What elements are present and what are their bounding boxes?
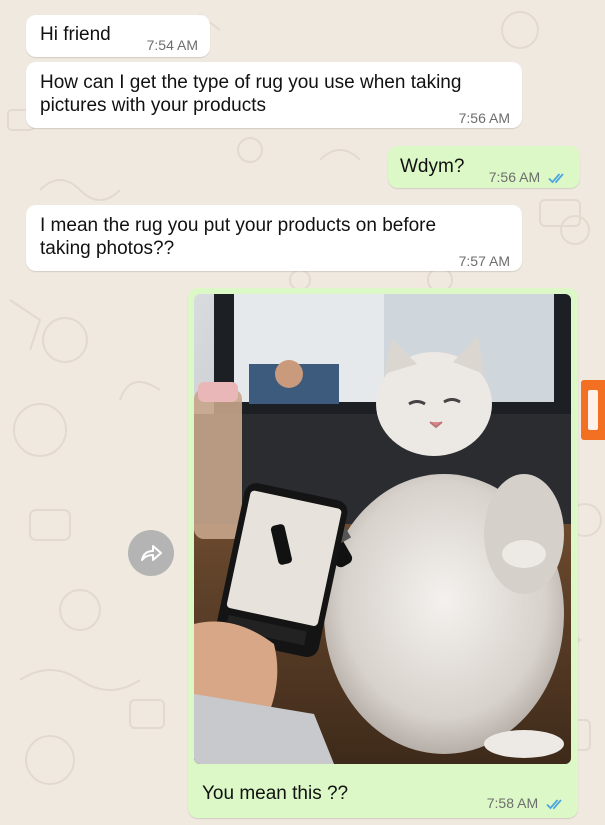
message-time: 7:54 AM	[146, 37, 198, 53]
message-bubble-incoming[interactable]: How can I get the type of rug you use wh…	[26, 62, 522, 128]
message-time: 7:56 AM	[458, 110, 510, 126]
message-time: 7:58 AM	[486, 795, 539, 811]
message-bubble-outgoing[interactable]: Wdym? 7:56 AM	[388, 146, 580, 188]
message-bubble-outgoing-photo[interactable]: You mean this ?? 7:58 AM	[188, 288, 578, 818]
forward-arrow-icon	[141, 545, 162, 561]
message-text: Wdym?	[400, 156, 465, 177]
photo-caption: You mean this ??	[202, 783, 349, 804]
read-ticks-icon	[546, 799, 562, 810]
message-time-row: 7:56 AM	[489, 166, 568, 189]
forward-button[interactable]	[128, 530, 174, 576]
jeja-logo	[588, 390, 598, 430]
message-text: Hi friend	[40, 24, 111, 45]
photo-attachment[interactable]	[194, 294, 571, 764]
cat-photo-image	[194, 294, 571, 764]
message-time-row: 7:58 AM	[487, 792, 566, 815]
jeja-watermark-logo	[581, 380, 605, 440]
message-text: I mean the rug you put your products on …	[40, 215, 437, 259]
message-time: 7:56 AM	[488, 169, 541, 185]
message-bubble-incoming[interactable]: I mean the rug you put your products on …	[26, 205, 522, 271]
message-time: 7:57 AM	[458, 253, 510, 269]
read-ticks-icon	[548, 173, 564, 184]
message-text: How can I get the type of rug you use wh…	[40, 72, 462, 116]
message-bubble-incoming[interactable]: Hi friend 7:54 AM	[26, 15, 210, 57]
